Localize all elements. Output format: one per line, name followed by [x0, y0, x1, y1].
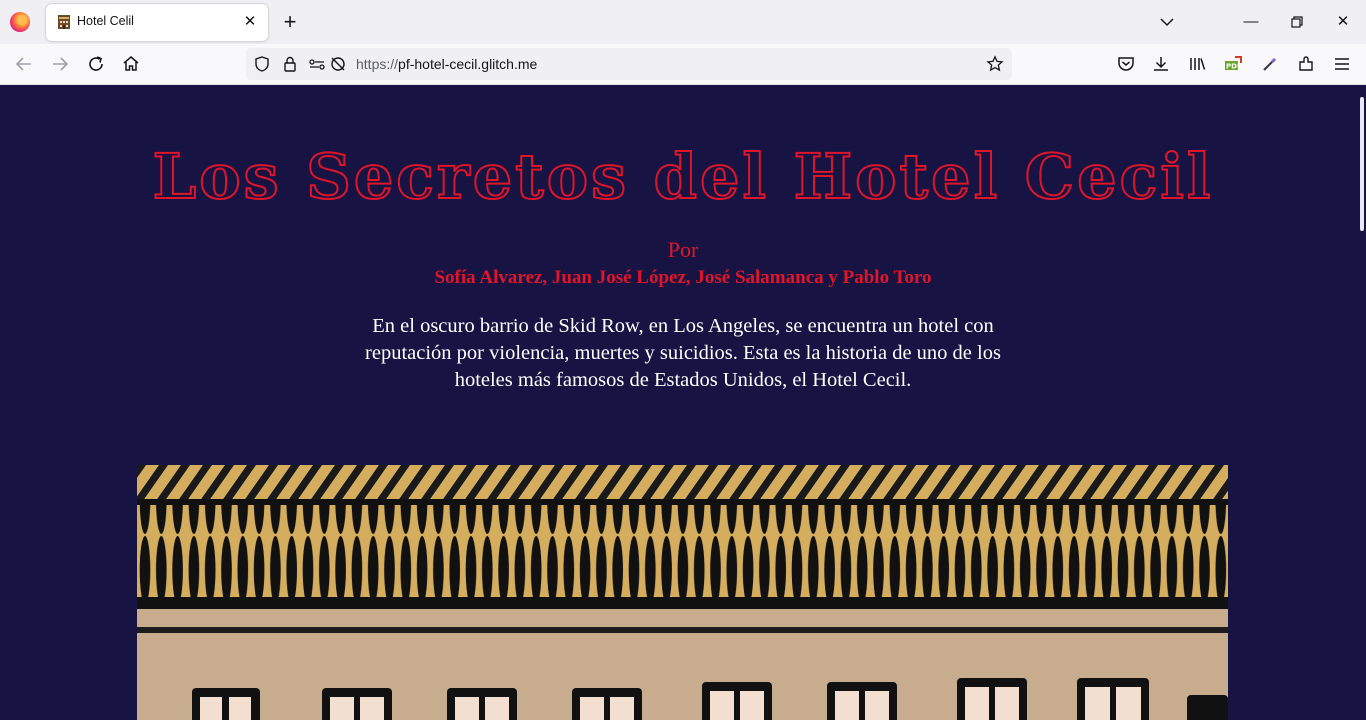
pocket-icon[interactable]: [1116, 54, 1136, 74]
new-tab-icon[interactable]: +: [280, 10, 300, 34]
shield-icon[interactable]: [253, 55, 271, 73]
page-content: Los Secretos del Hotel Cecil Por Sofía A…: [0, 85, 1358, 720]
restore-icon[interactable]: [1285, 10, 1309, 34]
close-window-icon[interactable]: ✕: [1331, 10, 1355, 34]
tracking-blocked-icon[interactable]: [329, 55, 347, 73]
url-text[interactable]: https://pf-hotel-cecil.glitch.me: [356, 56, 537, 72]
eyedropper-icon[interactable]: [1260, 54, 1280, 74]
download-icon[interactable]: [1151, 54, 1171, 74]
navigation-toolbar: https://pf-hotel-cecil.glitch.me PDF: [0, 44, 1366, 85]
bookmark-star-icon[interactable]: [986, 55, 1004, 73]
page-title: Los Secretos del Hotel Cecil: [152, 139, 1214, 214]
url-protocol: https://: [356, 56, 399, 72]
close-tab-icon[interactable]: ✕: [240, 12, 260, 32]
extensions-puzzle-icon[interactable]: [1296, 54, 1316, 74]
back-arrow-icon[interactable]: [12, 52, 36, 76]
hotel-facade-illustration: [137, 465, 1228, 720]
intro-paragraph: En el oscuro barrio de Skid Row, en Los …: [365, 315, 1001, 391]
lock-icon[interactable]: [281, 55, 299, 73]
home-icon[interactable]: [119, 52, 143, 76]
scrollbar-thumb[interactable]: [1360, 97, 1364, 231]
forward-arrow-icon[interactable]: [48, 52, 72, 76]
authors-line: Sofía Alvarez, Juan José López, José Sal…: [434, 267, 932, 288]
library-icon[interactable]: [1187, 54, 1207, 74]
url-host: pf-hotel-cecil.glitch.me: [398, 56, 538, 72]
hotel-building-icon: [58, 15, 70, 29]
firefox-menu-icon[interactable]: [10, 12, 30, 32]
reload-icon[interactable]: [84, 52, 108, 76]
address-bar[interactable]: https://pf-hotel-cecil.glitch.me: [246, 48, 1012, 80]
tab-hotel-cecil[interactable]: Hotel Celil ✕: [46, 4, 268, 41]
minimize-icon[interactable]: —: [1239, 10, 1263, 34]
page-scrollbar[interactable]: [1358, 85, 1366, 720]
svg-text:PDF: PDF: [1226, 63, 1242, 71]
chevron-down-icon[interactable]: [1157, 12, 1177, 32]
tab-strip: Hotel Celil ✕ + — ✕: [0, 0, 1366, 44]
permissions-icon[interactable]: [308, 55, 326, 73]
tab-title: Hotel Celil: [77, 14, 134, 28]
pdf-extension-icon[interactable]: PDF: [1223, 54, 1243, 74]
byline-label: Por: [667, 237, 699, 262]
menu-hamburger-icon[interactable]: [1332, 54, 1352, 74]
